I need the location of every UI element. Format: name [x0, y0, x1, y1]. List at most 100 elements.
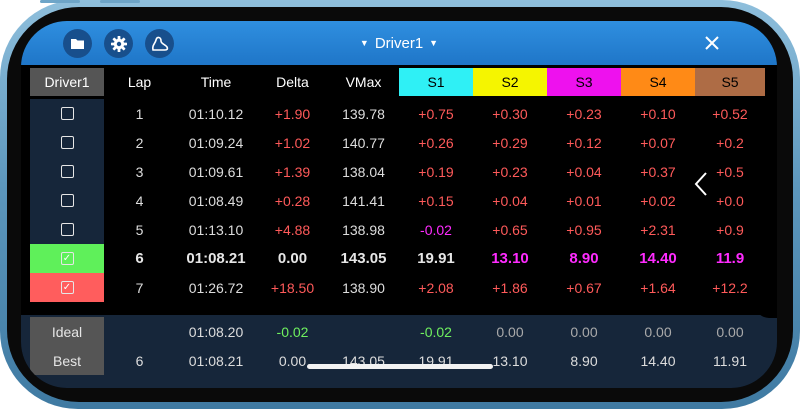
- lap-number: 3: [135, 163, 144, 180]
- lap-s1: +0.19: [418, 163, 454, 180]
- col-header-driver[interactable]: Driver1: [30, 68, 104, 96]
- lap-delta: +1.02: [274, 134, 311, 151]
- lap-checkbox-checked[interactable]: ✓: [60, 281, 74, 294]
- col-header-lap[interactable]: Lap: [104, 68, 175, 96]
- lap-delta: +0.28: [274, 192, 311, 209]
- lap-time: 01:26.72: [188, 279, 244, 296]
- lap-time: 01:09.24: [188, 134, 244, 151]
- col-header-s5[interactable]: S5: [695, 68, 765, 96]
- phone-side-button: [40, 0, 80, 3]
- phone-side-button: [100, 0, 140, 3]
- lap-s1: -0.02: [420, 221, 452, 238]
- lap-s3: +0.95: [566, 221, 602, 238]
- lap-s4: 14.40: [639, 250, 677, 267]
- table-row[interactable]: 2 01:09.24 +1.02 140.77 +0.26 +0.29 +0.1…: [30, 128, 777, 157]
- lap-checkbox[interactable]: [60, 223, 74, 236]
- col-header-vmax[interactable]: VMax: [328, 68, 399, 96]
- lap-vmax: 138.04: [342, 163, 385, 180]
- lap-vmax: 141.41: [342, 192, 385, 209]
- lap-vmax: 138.98: [342, 221, 385, 238]
- driver-selector[interactable]: ▼ Driver1 ▼: [21, 21, 777, 65]
- phone-frame: ▼ Driver1 ▼ Driver1 Lap Time Delta VMax …: [0, 0, 800, 409]
- chevron-down-icon: ▼: [429, 38, 439, 48]
- lap-delta: +4.88: [274, 221, 311, 238]
- home-indicator[interactable]: [307, 364, 493, 369]
- lap-s2: +0.29: [492, 134, 528, 151]
- col-header-delta[interactable]: Delta: [257, 68, 328, 96]
- chevron-down-icon: ▼: [359, 38, 369, 48]
- ideal-time: 01:08.20: [188, 323, 244, 340]
- ideal-label: Ideal: [30, 317, 104, 346]
- lap-s3: +0.12: [566, 134, 602, 151]
- lap-s1: +0.26: [418, 134, 454, 151]
- phone-notch: [755, 113, 777, 318]
- lap-number: 1: [135, 105, 144, 122]
- lap-vmax: 139.78: [342, 105, 385, 122]
- lap-time: 01:13.10: [188, 221, 244, 238]
- lap-s2: +0.65: [492, 221, 528, 238]
- lap-checkbox[interactable]: [60, 165, 74, 178]
- close-icon: [705, 36, 719, 50]
- lap-s4: +0.02: [640, 192, 676, 209]
- col-header-s2[interactable]: S2: [473, 68, 547, 96]
- lap-s2: +0.04: [492, 192, 528, 209]
- best-label: Best: [30, 346, 104, 375]
- lap-number: 5: [135, 221, 144, 238]
- close-button[interactable]: [699, 30, 725, 56]
- table-row[interactable]: 5 01:13.10 +4.88 138.98 -0.02 +0.65 +0.9…: [30, 215, 777, 244]
- lap-number: 6: [135, 250, 144, 267]
- col-header-s1[interactable]: S1: [399, 68, 473, 96]
- app-screen: ▼ Driver1 ▼ Driver1 Lap Time Delta VMax …: [21, 21, 777, 388]
- lap-vmax: 140.77: [342, 134, 385, 151]
- lap-s1: +0.15: [418, 192, 454, 209]
- best-s5: 11.91: [713, 352, 747, 369]
- lap-s3: +0.23: [566, 105, 602, 122]
- lap-s2: +0.30: [492, 105, 528, 122]
- ideal-s1: -0.02: [420, 323, 452, 340]
- lap-time: 01:08.49: [188, 192, 244, 209]
- chevron-left-icon[interactable]: [693, 170, 709, 198]
- ideal-s4: 0.00: [644, 323, 672, 340]
- best-row: Best 6 01:08.21 0.00 143.05 19.91 13.10 …: [30, 346, 777, 375]
- lap-delta: +18.50: [270, 279, 315, 296]
- lap-s3: +0.01: [566, 192, 602, 209]
- ideal-delta: -0.02: [276, 323, 309, 340]
- table-row[interactable]: ✓ 7 01:26.72 +18.50 138.90 +2.08 +1.86 +…: [30, 273, 777, 302]
- lap-number: 2: [135, 134, 144, 151]
- lap-delta: +1.90: [274, 105, 311, 122]
- lap-checkbox[interactable]: [60, 194, 74, 207]
- table-row-best-lap[interactable]: ✓ 6 01:08.21 0.00 143.05 19.91 13.10 8.9…: [30, 244, 777, 273]
- lap-checkbox[interactable]: [60, 107, 74, 120]
- lap-s2: +0.23: [492, 163, 528, 180]
- lap-s1: +0.75: [418, 105, 454, 122]
- lap-number: 7: [135, 279, 144, 296]
- ideal-s5: 0.00: [716, 323, 744, 340]
- lap-s4: +1.64: [640, 279, 676, 296]
- table-row[interactable]: 1 01:10.12 +1.90 139.78 +0.75 +0.30 +0.2…: [30, 99, 777, 128]
- col-header-s4[interactable]: S4: [621, 68, 695, 96]
- lap-s4: +2.31: [640, 221, 676, 238]
- lap-vmax: 143.05: [340, 250, 387, 267]
- best-lap: 6: [135, 352, 144, 369]
- best-s1: 19.91: [418, 352, 454, 369]
- lap-delta: 0.00: [277, 250, 308, 267]
- ideal-s3: 0.00: [570, 323, 598, 340]
- col-header-s3[interactable]: S3: [547, 68, 621, 96]
- lap-time: 01:08.21: [186, 250, 246, 267]
- best-vmax: 143.05: [342, 352, 385, 369]
- lap-s4: +0.10: [640, 105, 676, 122]
- table-row[interactable]: 3 01:09.61 +1.39 138.04 +0.19 +0.23 +0.0…: [30, 157, 777, 186]
- lap-s2: 13.10: [491, 250, 529, 267]
- lap-checkbox-checked[interactable]: ✓: [60, 252, 74, 265]
- best-s2: 13.10: [492, 352, 528, 369]
- col-header-time[interactable]: Time: [175, 68, 257, 96]
- lap-s4: +0.07: [640, 134, 676, 151]
- best-delta: 0.00: [278, 352, 307, 369]
- table-row[interactable]: 4 01:08.49 +0.28 141.41 +0.15 +0.04 +0.0…: [30, 186, 777, 215]
- lap-time: 01:10.12: [188, 105, 244, 122]
- page-title: Driver1: [374, 34, 424, 52]
- lap-s3: 8.90: [569, 250, 599, 267]
- best-time: 01:08.21: [188, 352, 244, 369]
- lap-checkbox[interactable]: [60, 136, 74, 149]
- best-s3: 8.90: [570, 352, 598, 369]
